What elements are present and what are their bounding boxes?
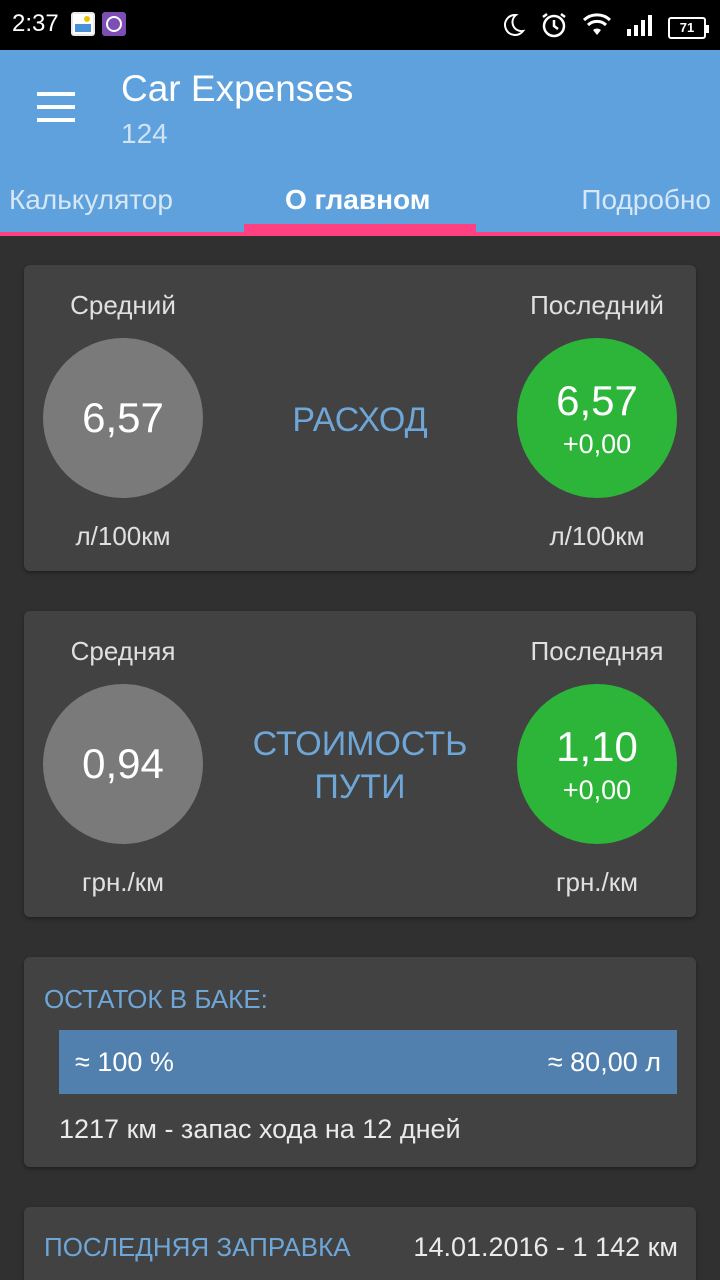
consumption-unit-left: л/100км xyxy=(75,521,171,551)
cost-avg-label: Средняя xyxy=(70,636,176,666)
cost-avg-circle: 0,94 xyxy=(43,684,203,844)
cost-last-value: 1,10 xyxy=(556,722,638,770)
app-bar: Car Expenses 124 Калькулятор О главном П… xyxy=(0,50,720,234)
consumption-last-label: Последний xyxy=(530,290,664,320)
last-refuel-title: ПОСЛЕДНЯЯ ЗАПРАВКА xyxy=(44,1232,351,1262)
fuel-percent: ≈ 100 % xyxy=(75,1047,174,1077)
fuel-liters: ≈ 80,00 л xyxy=(547,1047,661,1077)
tab-indicator xyxy=(244,224,476,234)
cost-title: СТОИМОСТЬ ПУТИ xyxy=(230,723,490,809)
tab-details[interactable]: Подробно xyxy=(581,184,711,216)
last-refuel-value: 14.01.2016 - 1 142 км xyxy=(413,1232,678,1262)
menu-icon[interactable] xyxy=(37,92,75,122)
viber-icon xyxy=(102,12,126,36)
app-subtitle: 124 xyxy=(121,118,168,149)
cost-unit-left: грн./км xyxy=(82,867,164,897)
consumption-last-circle: 6,57 +0,00 xyxy=(517,338,677,498)
consumption-avg-circle: 6,57 xyxy=(43,338,203,498)
consumption-card[interactable]: Средний Последний 6,57 РАСХОД 6,57 +0,00… xyxy=(24,265,696,571)
tank-title: ОСТАТОК В БАКЕ: xyxy=(44,984,268,1014)
battery-icon: 71 xyxy=(668,16,709,39)
moon-icon xyxy=(500,12,526,43)
cost-title-line2: ПУТИ xyxy=(314,768,406,806)
consumption-unit-right: л/100км xyxy=(549,521,645,551)
fuel-level-bar: ≈ 100 % ≈ 80,00 л xyxy=(59,1030,677,1094)
fuel-range-text: 1217 км - запас хода на 12 дней xyxy=(59,1114,461,1144)
tab-calculator[interactable]: Калькулятор xyxy=(9,184,173,216)
cost-unit-right: грн./км xyxy=(556,867,638,897)
alarm-icon xyxy=(540,11,568,44)
cost-last-label: Последняя xyxy=(530,636,664,666)
consumption-avg-label: Средний xyxy=(70,290,176,320)
cost-last-delta: +0,00 xyxy=(562,774,632,805)
consumption-avg-value: 6,57 xyxy=(82,394,164,441)
cost-title-line1: СТОИМОСТЬ xyxy=(252,725,468,763)
cost-last-circle: 1,10 +0,00 xyxy=(517,684,677,844)
app-title: Car Expenses xyxy=(121,68,354,109)
status-icons: 71 xyxy=(500,11,709,44)
tank-card[interactable]: ОСТАТОК В БАКЕ: ≈ 100 % ≈ 80,00 л 1217 к… xyxy=(24,957,696,1167)
last-refuel-card[interactable]: ПОСЛЕДНЯЯ ЗАПРАВКА 14.01.2016 - 1 142 км xyxy=(24,1207,696,1280)
consumption-last-value: 6,57 xyxy=(556,376,638,424)
status-time: 2:37 xyxy=(12,10,59,37)
notification-image-icon xyxy=(71,12,95,36)
cost-avg-value: 0,94 xyxy=(82,740,164,787)
signal-icon xyxy=(626,13,654,42)
status-bar: 2:37 71 xyxy=(0,0,720,50)
tab-overview[interactable]: О главном xyxy=(285,184,430,216)
wifi-icon xyxy=(582,13,612,42)
consumption-last-delta: +0,00 xyxy=(562,428,632,459)
cost-card[interactable]: Средняя Последняя 0,94 СТОИМОСТЬ ПУТИ 1,… xyxy=(24,611,696,917)
consumption-title: РАСХОД xyxy=(292,401,428,439)
